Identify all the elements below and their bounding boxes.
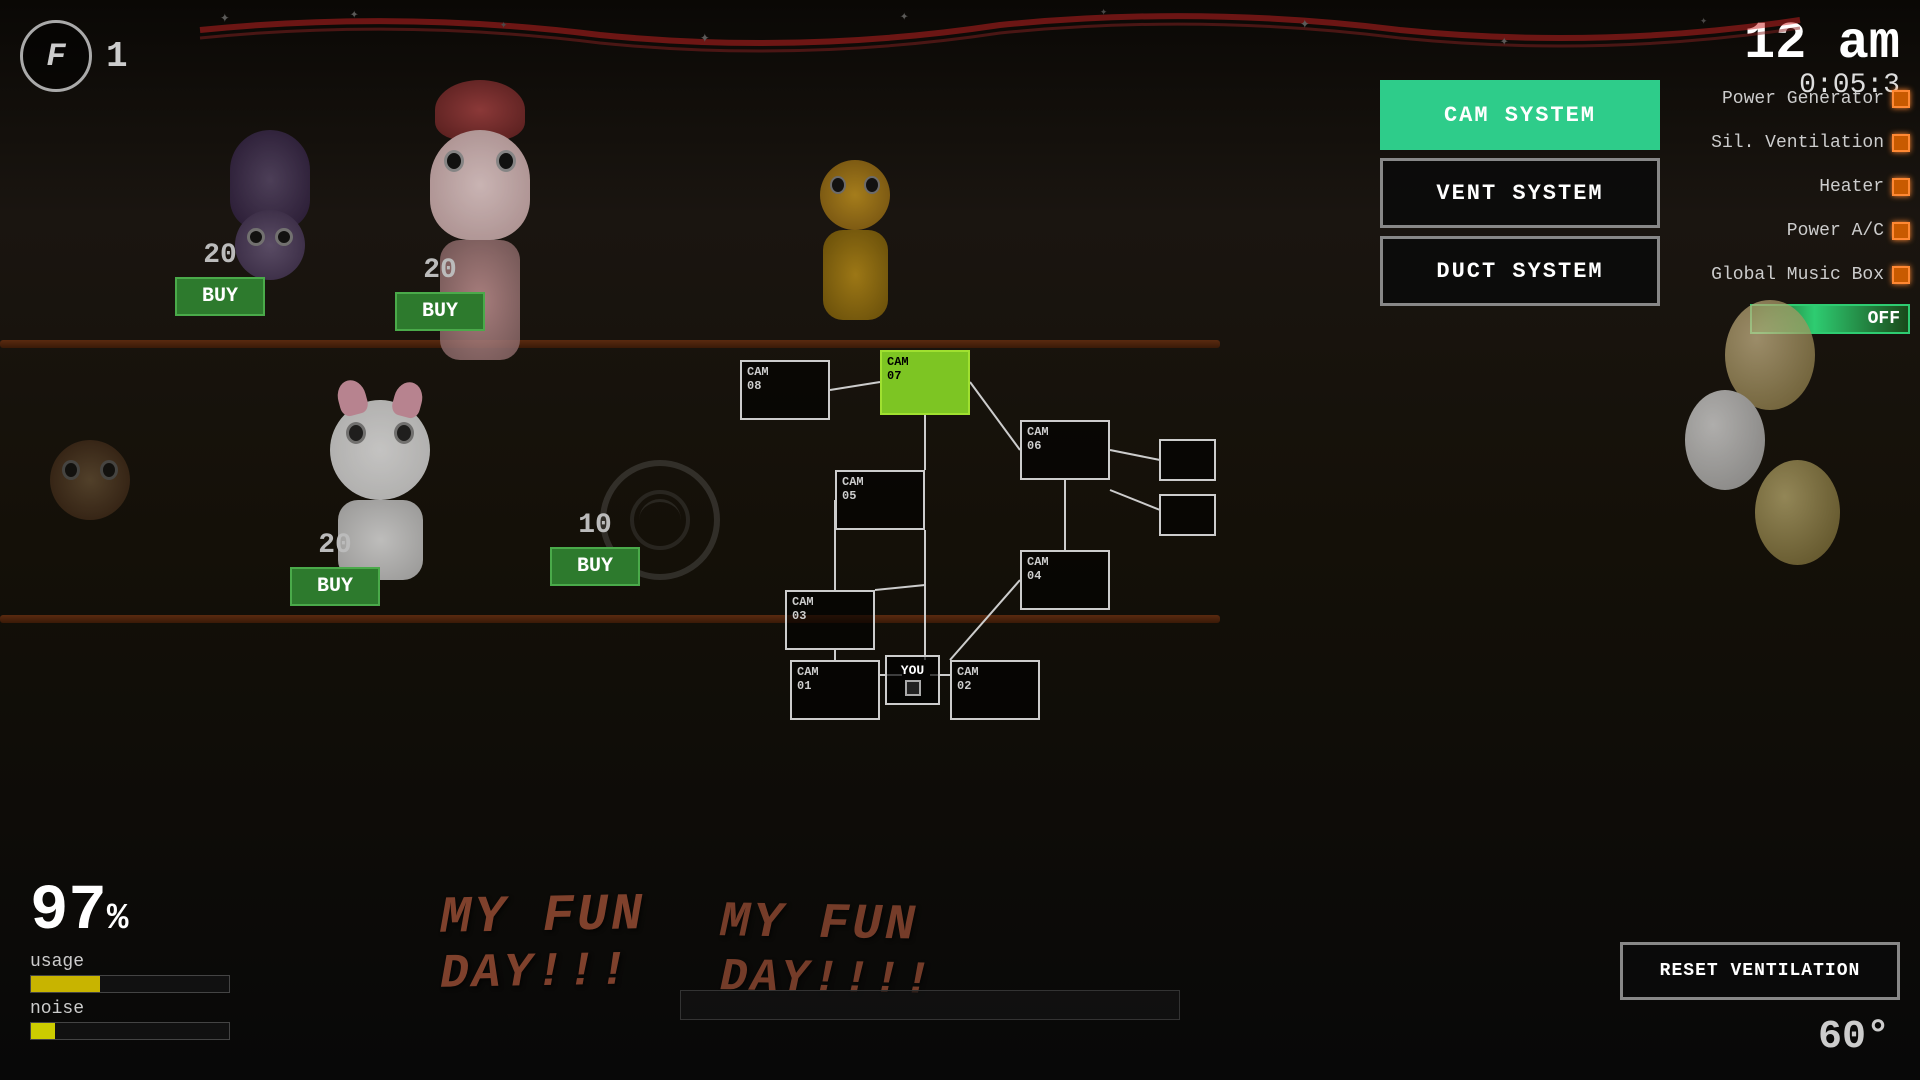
svg-text:✦: ✦ — [1300, 15, 1310, 33]
subsys-sil-ventilation[interactable]: Sil. Ventilation — [1670, 124, 1910, 162]
system-buttons: CAM SYSTEM VENT SYSTEM DUCT SYSTEM — [1380, 80, 1660, 306]
usage-label: usage — [30, 952, 230, 972]
svg-text:✦: ✦ — [1100, 5, 1107, 19]
cam-system-button[interactable]: CAM SYSTEM — [1380, 80, 1660, 150]
cam-node-01[interactable]: CAM01 — [790, 660, 880, 720]
bottom-stats: 97% usage noise — [30, 880, 230, 1040]
noise-bar-fill — [31, 1023, 55, 1039]
noise-label: noise — [30, 999, 230, 1019]
subsys-global-music-box[interactable]: Global Music Box — [1670, 256, 1910, 294]
global-music-box-label: Global Music Box — [1711, 265, 1884, 285]
usage-bar-fill — [31, 976, 100, 992]
cam-node-02[interactable]: CAM02 — [950, 660, 1040, 720]
buy-price-4: 10 — [578, 510, 612, 541]
usage-bar — [30, 975, 230, 993]
subsys-heater[interactable]: Heater — [1670, 168, 1910, 206]
cam-node-04[interactable]: CAM04 — [1020, 550, 1110, 610]
svg-text:✦: ✦ — [350, 7, 359, 23]
svg-text:✦: ✦ — [700, 29, 710, 47]
buy-item-1: 20 BUY — [175, 240, 265, 316]
power-generator-label: Power Generator — [1722, 89, 1884, 109]
cam-map: CAM08 CAM07 CAM06 CAM05 CAM04 CAM03 CAM0… — [680, 320, 1240, 740]
svg-text:✦: ✦ — [220, 9, 230, 27]
sil-ventilation-indicator — [1892, 134, 1910, 152]
buy-button-2[interactable]: BUY — [395, 292, 485, 331]
off-label: OFF — [1868, 309, 1900, 329]
cam-node-07[interactable]: CAM07 — [880, 350, 970, 415]
buy-price-2: 20 — [423, 255, 457, 286]
noise-bar — [30, 1022, 230, 1040]
bottom-progress-bar — [680, 990, 1180, 1020]
cam-node-05[interactable]: CAM05 — [835, 470, 925, 530]
svg-text:✦: ✦ — [900, 9, 909, 25]
sil-ventilation-label: Sil. Ventilation — [1711, 133, 1884, 153]
reset-ventilation-button[interactable]: RESET VENTILATION — [1620, 942, 1900, 1000]
heater-indicator — [1892, 178, 1910, 196]
buy-item-4: 10 BUY — [550, 510, 640, 586]
svg-text:✦: ✦ — [1500, 34, 1509, 50]
percentage-display: 97% — [30, 880, 230, 944]
buy-price-3: 20 — [318, 530, 352, 561]
buy-button-1[interactable]: BUY — [175, 277, 265, 316]
svg-text:✦: ✦ — [1700, 14, 1707, 28]
usage-bar-container: usage — [30, 952, 230, 993]
pct-sign: % — [107, 898, 129, 939]
svg-text:✦: ✦ — [500, 18, 507, 32]
subsys-power-generator[interactable]: Power Generator — [1670, 80, 1910, 118]
buy-button-4[interactable]: BUY — [550, 547, 640, 586]
cam-node-06[interactable]: CAM06 — [1020, 420, 1110, 480]
right-panel: Power Generator Sil. Ventilation Heater … — [1670, 80, 1910, 334]
subsys-power-ac[interactable]: Power A/C — [1670, 212, 1910, 250]
buy-button-3[interactable]: BUY — [290, 567, 380, 606]
buy-item-3: 20 BUY — [290, 530, 380, 606]
power-ac-label: Power A/C — [1787, 221, 1884, 241]
vent-system-button[interactable]: VENT SYSTEM — [1380, 158, 1660, 228]
heater-label: Heater — [1819, 177, 1884, 197]
power-ac-indicator — [1892, 222, 1910, 240]
cam-node-you[interactable]: YOU — [885, 655, 940, 705]
power-generator-indicator — [1892, 90, 1910, 108]
duct-system-button[interactable]: DUCT SYSTEM — [1380, 236, 1660, 306]
cam-node-03[interactable]: CAM03 — [785, 590, 875, 650]
buy-item-2: 20 BUY — [395, 255, 485, 331]
buy-price-1: 20 — [203, 240, 237, 271]
noise-bar-container: noise — [30, 999, 230, 1040]
global-music-box-indicator — [1892, 266, 1910, 284]
cam-node-08[interactable]: CAM08 — [740, 360, 830, 420]
temperature-display: 60° — [1818, 1015, 1890, 1060]
